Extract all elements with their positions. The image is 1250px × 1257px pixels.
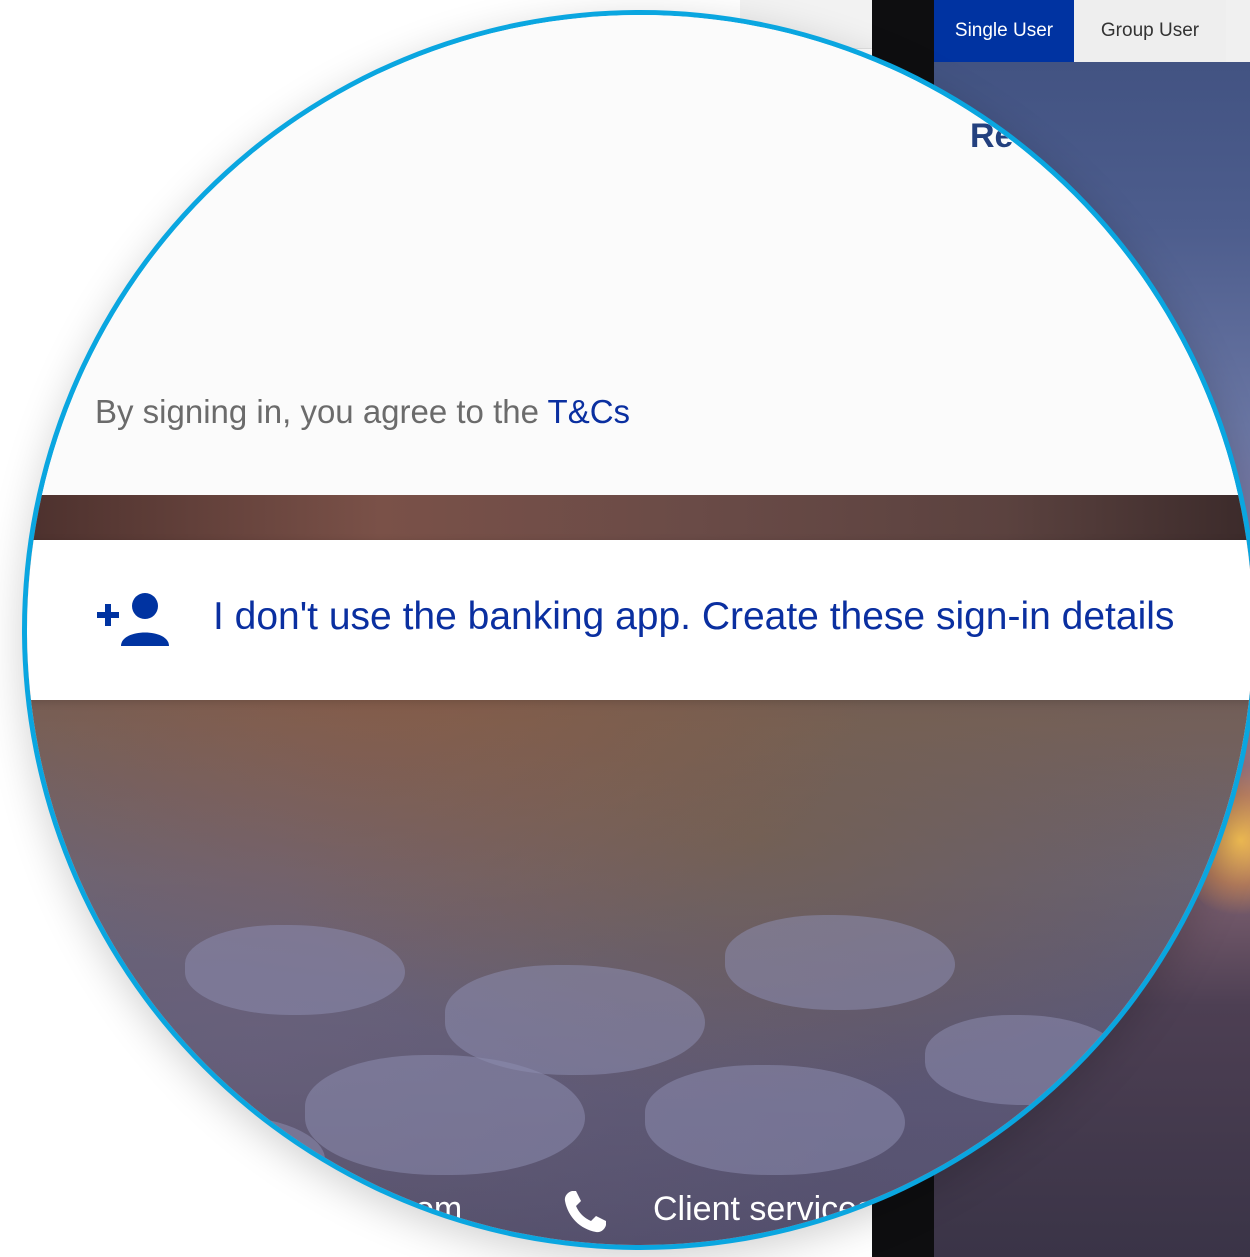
magnifier-lens: Re By signing in, you agree to the T&Cs: [22, 10, 1250, 1250]
photo-top-band: [27, 495, 1250, 540]
create-sign-in-details-link[interactable]: I don't use the banking app. Create thes…: [213, 595, 1174, 639]
rock-shape: [645, 1065, 905, 1175]
terms-notice-text: By signing in, you agree to the: [95, 393, 548, 430]
screenshot-stage: Single User Group User Re By signing in,…: [0, 0, 1250, 1257]
phone-icon: [564, 1191, 606, 1233]
terms-notice: By signing in, you agree to the T&Cs: [95, 393, 630, 431]
rock-shape: [185, 925, 405, 1015]
partial-heading: Re: [970, 117, 1014, 155]
footer-partial-link[interactable]: om: [415, 1190, 462, 1229]
add-person-icon: [97, 593, 169, 646]
rock-shape: [125, 1115, 325, 1200]
client-services-link[interactable]: Client services: [653, 1190, 874, 1229]
rock-shape: [725, 915, 955, 1010]
tcs-link[interactable]: T&Cs: [548, 393, 631, 430]
magnified-content: Re By signing in, you agree to the T&Cs: [27, 15, 1250, 1245]
rock-shape: [305, 1055, 585, 1175]
rock-shape: [925, 1015, 1125, 1105]
